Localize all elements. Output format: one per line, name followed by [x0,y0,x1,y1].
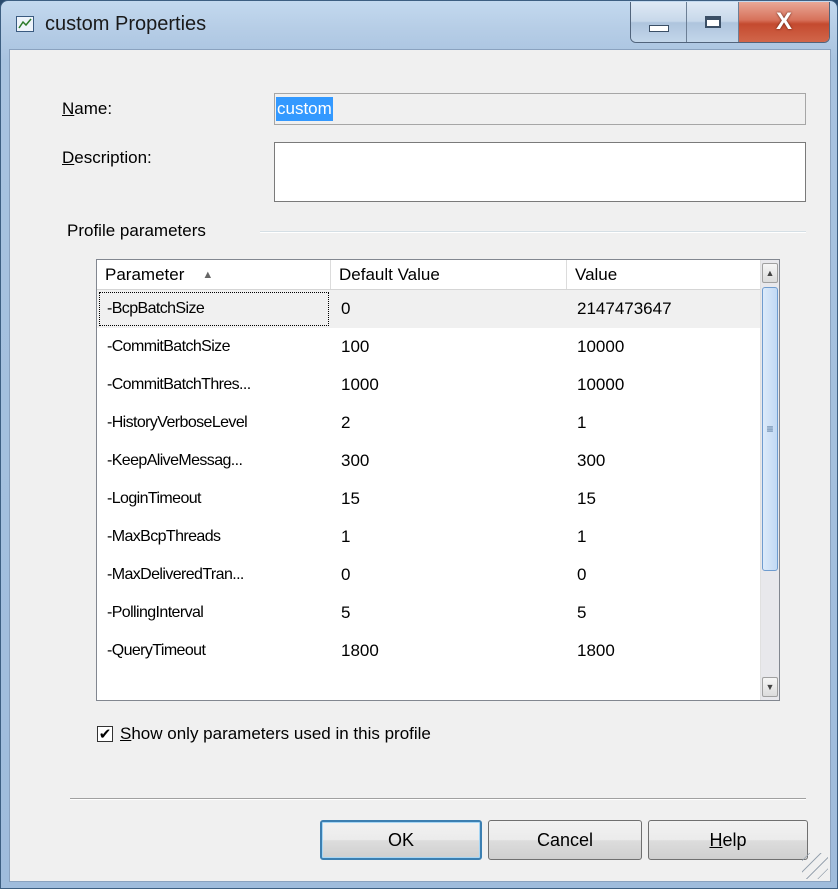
dialog-client-area: Name: custom Description: Profile parame… [9,49,831,882]
cancel-button[interactable]: Cancel [488,820,642,860]
table-row[interactable]: -HistoryVerboseLevel 2 1 [97,404,761,442]
default-value-cell: 0 [341,565,351,584]
name-label: Name: [62,99,113,118]
vertical-scrollbar[interactable]: ▲ ≡ ▼ [760,260,779,700]
maximize-icon [704,16,721,28]
value-cell[interactable]: 15 [567,480,761,518]
show-only-used-checkbox[interactable]: ✔ [97,726,113,742]
list-rows: -BcpBatchSize 0 2147473647 -CommitBatchS… [97,290,761,670]
resize-grip[interactable] [802,853,828,879]
table-row[interactable]: -KeepAliveMessag... 300 300 [97,442,761,480]
parameter-cell: -PollingInterval [107,604,204,621]
button-separator [70,798,806,800]
sort-ascending-icon: ▲ [202,268,214,281]
parameter-cell: -QueryTimeout [107,642,206,659]
close-button[interactable]: X [739,2,829,42]
default-value-cell: 1800 [341,641,379,660]
parameter-cell: -CommitBatchThres... [107,376,251,393]
show-only-used-label[interactable]: Show only parameters used in this profil… [120,724,431,744]
profile-parameters-group-title: Profile parameters [67,221,206,240]
name-field[interactable]: custom [274,93,806,125]
column-header-parameter[interactable]: Parameter ▲ [97,260,331,289]
parameter-cell: -HistoryVerboseLevel [107,414,248,431]
default-value-cell: 15 [341,489,360,508]
scroll-down-arrow-icon: ▼ [765,682,775,692]
checkmark-icon: ✔ [98,725,112,743]
parameter-cell: -MaxBcpThreads [107,528,221,545]
window-title: custom Properties [45,13,207,35]
scrollbar-grip-icon: ≡ [766,422,774,436]
description-label: Description: [62,148,152,167]
default-value-cell: 0 [341,299,351,318]
table-row[interactable]: -MaxDeliveredTran... 0 0 [97,556,761,594]
scroll-down-button[interactable]: ▼ [762,677,778,697]
value-cell[interactable]: 300 [567,442,761,480]
default-value-cell: 1000 [341,375,379,394]
close-icon: X [775,8,792,35]
parameters-list[interactable]: Parameter ▲ Default Value Value -BcpBatc… [96,259,780,701]
ok-button[interactable]: OK [320,820,482,860]
default-value-cell: 1 [341,527,351,546]
list-header: Parameter ▲ Default Value Value [97,260,761,290]
caption-buttons: X [630,2,830,43]
scroll-up-button[interactable]: ▲ [762,263,778,283]
table-row[interactable]: -CommitBatchThres... 1000 10000 [97,366,761,404]
value-cell[interactable]: 5 [567,594,761,632]
scroll-up-arrow-icon: ▲ [765,268,775,278]
table-row[interactable]: -CommitBatchSize 100 10000 [97,328,761,366]
maximize-button[interactable] [687,2,739,42]
parameter-cell: -KeepAliveMessag... [107,452,243,469]
table-row[interactable]: -QueryTimeout 1800 1800 [97,632,761,670]
table-row[interactable]: -MaxBcpThreads 1 1 [97,518,761,556]
properties-window-icon[interactable] [16,16,34,32]
default-value-cell: 100 [341,337,370,356]
value-cell[interactable]: 2147473647 [567,290,761,328]
column-header-label: Parameter [105,264,185,284]
value-cell[interactable]: 0 [567,556,761,594]
parameter-cell: -LoginTimeout [107,490,201,507]
properties-dialog-window: custom Properties X Name: custom Descrip… [0,0,838,889]
value-cell[interactable]: 10000 [567,328,761,366]
description-field[interactable] [274,142,806,202]
column-header-value[interactable]: Value [567,260,761,289]
name-value: custom [276,97,333,121]
value-cell[interactable]: 1 [567,404,761,442]
value-cell[interactable]: 1 [567,518,761,556]
parameter-cell: -CommitBatchSize [107,338,230,355]
default-value-cell: 5 [341,603,351,622]
title-bar[interactable]: custom Properties X [1,1,837,49]
minimize-icon [648,24,669,32]
table-row[interactable]: -LoginTimeout 15 15 [97,480,761,518]
parameter-cell: -MaxDeliveredTran... [107,566,244,583]
scrollbar-thumb[interactable]: ≡ [762,287,778,571]
help-button[interactable]: Help [648,820,808,860]
value-cell[interactable]: 1800 [567,632,761,670]
parameter-cell: -BcpBatchSize [97,290,331,328]
table-row[interactable]: -PollingInterval 5 5 [97,594,761,632]
group-divider [260,231,806,233]
default-value-cell: 2 [341,413,351,432]
default-value-cell: 300 [341,451,370,470]
column-header-default-value[interactable]: Default Value [331,260,567,289]
minimize-button[interactable] [631,2,687,42]
table-row[interactable]: -BcpBatchSize 0 2147473647 [97,290,761,328]
value-cell[interactable]: 10000 [567,366,761,404]
